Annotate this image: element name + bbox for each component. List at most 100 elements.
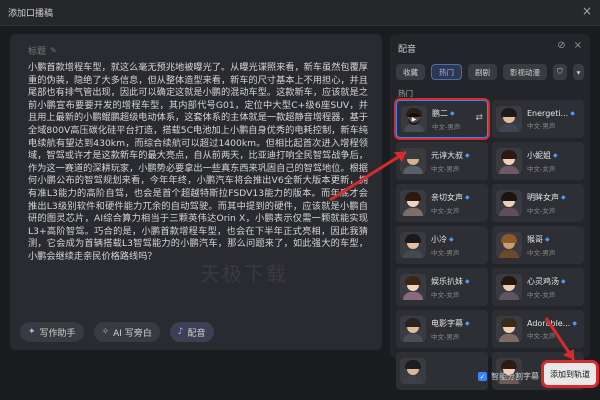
avatar bbox=[400, 316, 426, 342]
ai-narration-button[interactable]: ✧ AI 写旁白 bbox=[93, 322, 160, 342]
filter-icon[interactable]: ⛉ bbox=[553, 64, 567, 80]
dubbing-icon: ♪ bbox=[177, 327, 184, 337]
writing-assistant-button[interactable]: ✦ 写作助手 bbox=[20, 322, 84, 342]
verified-badge-icon: ◆ bbox=[545, 235, 550, 243]
voice-info: 猴哥 ◆ 中文-男声 bbox=[527, 234, 555, 257]
voice-name: 鹏二 ◆ bbox=[432, 108, 460, 119]
voice-info: 心灵鸡汤 ◆ 中文-女声 bbox=[527, 276, 566, 299]
voice-language: 中文-男声 bbox=[431, 164, 460, 173]
chevron-down-icon[interactable]: ▾ bbox=[572, 64, 585, 80]
reset-icon[interactable]: ⊘ bbox=[557, 40, 565, 51]
verified-badge-icon: ◆ bbox=[465, 277, 470, 285]
watermark: 天极下载 bbox=[200, 262, 288, 286]
voice-name-text: 心灵鸡汤 bbox=[527, 276, 559, 286]
voice-name-text: Energeti... bbox=[527, 108, 569, 118]
avatar bbox=[496, 274, 522, 300]
voice-info: 元谆大叔 ◆ 中文-男声 bbox=[431, 150, 470, 173]
voice-card[interactable]: 明眸女声 ◆ 中文-女声 bbox=[492, 184, 584, 222]
voice-language: 中文-女声 bbox=[431, 290, 460, 299]
edit-pencil-icon: ✎ bbox=[50, 46, 57, 55]
voice-language: 中文-男声 bbox=[431, 332, 460, 341]
script-body-text[interactable]: 小鹏首款增程车型，就这么毫无预兆地被曝光了。从曝光谍照来看，新车虽然包覆厚重的伪… bbox=[28, 62, 368, 264]
voice-tabs: 收藏 热门 剧剧 影视动漫 ⛉ ▾ bbox=[396, 64, 585, 80]
voice-card[interactable]: 娱乐扒妹 ◆ 中文-女声 bbox=[396, 268, 488, 306]
verified-badge-icon: ◆ bbox=[450, 109, 455, 117]
voice-name: Adorable... ◆ bbox=[527, 319, 577, 328]
voice-name-text: 娱乐扒妹 bbox=[431, 276, 463, 286]
panel-title: 配音 bbox=[398, 45, 417, 55]
voice-language: 中文-女声 bbox=[527, 206, 556, 215]
verified-badge-icon: ◆ bbox=[561, 277, 566, 285]
writing-assistant-label: 写作助手 bbox=[39, 328, 76, 339]
section-label: 热门 bbox=[398, 89, 413, 98]
voice-info: 小冷 ◆ 中文-男声 bbox=[431, 234, 459, 257]
play-icon[interactable]: ▶ bbox=[408, 113, 420, 125]
avatar bbox=[400, 190, 426, 216]
voice-info: 电影字幕 ◆ 中文-男声 bbox=[431, 318, 470, 341]
voice-info: 亲切女声 ◆ 中文-女声 bbox=[431, 192, 470, 215]
voice-language: 中文-女声 bbox=[527, 331, 556, 340]
voice-card[interactable]: 电影字幕 ◆ 中文-男声 bbox=[396, 310, 488, 348]
voice-name: 娱乐扒妹 ◆ bbox=[431, 276, 470, 287]
tab-favorites[interactable]: 收藏 bbox=[396, 64, 425, 80]
add-to-track-button[interactable]: 添加到轨道 bbox=[544, 363, 596, 385]
avatar bbox=[400, 358, 426, 384]
voice-language: 中文-男声 bbox=[431, 248, 460, 257]
smart-subtitles-option[interactable]: ✓ 智能分割字幕 bbox=[478, 371, 539, 382]
voice-name: 元谆大叔 ◆ bbox=[431, 150, 470, 161]
voice-card[interactable] bbox=[396, 352, 488, 390]
editor-toolbar: ✦ 写作助手 ✧ AI 写旁白 ♪ 配音 bbox=[20, 322, 214, 342]
voice-name: Energeti... ◆ bbox=[527, 109, 575, 118]
voice-name: 亲切女声 ◆ bbox=[431, 192, 470, 203]
avatar bbox=[496, 106, 522, 132]
voice-card[interactable]: ▶ 鹏二 ◆ 中文-男声 ⇄ bbox=[396, 100, 488, 138]
voice-card[interactable]: 猴哥 ◆ 中文-男声 bbox=[492, 226, 584, 264]
writing-assistant-icon: ✦ bbox=[28, 327, 36, 337]
voice-card[interactable]: 亲切女声 ◆ 中文-女声 bbox=[396, 184, 488, 222]
title-placeholder: 标题 bbox=[28, 47, 47, 57]
close-icon[interactable]: × bbox=[582, 4, 592, 18]
voice-panel: 配音 ⊘ × 收藏 热门 剧剧 影视动漫 ⛉ ▾ 热门 ▶ 鹏二 ◆ 中文-男声 ⇄ En… bbox=[390, 34, 590, 390]
voice-card[interactable]: 小妮姐 ◆ 中文-女声 bbox=[492, 142, 584, 180]
voice-name-text: 明眸女声 bbox=[527, 192, 559, 202]
voice-language: 中文-女声 bbox=[527, 290, 556, 299]
window-title: 添加口播稿 bbox=[8, 9, 54, 19]
tab-film-animation[interactable]: 影视动漫 bbox=[503, 64, 547, 80]
voice-card[interactable]: Energeti... ◆ 中文-男声 bbox=[492, 100, 584, 138]
voice-card[interactable]: 元谆大叔 ◆ 中文-男声 bbox=[396, 142, 488, 180]
checkbox-checked-icon[interactable]: ✓ bbox=[478, 372, 487, 381]
close-panel-icon[interactable]: × bbox=[574, 40, 582, 51]
voice-name-text: 电影字幕 bbox=[431, 318, 463, 328]
voice-name-text: 亲切女声 bbox=[431, 192, 463, 202]
verified-badge-icon: ◆ bbox=[553, 151, 558, 159]
voice-name: 小冷 ◆ bbox=[431, 234, 459, 245]
verified-badge-icon: ◆ bbox=[465, 193, 470, 201]
voice-card[interactable]: Adorable... ◆ 中文-女声 bbox=[492, 310, 584, 348]
voice-name: 小妮姐 ◆ bbox=[527, 150, 558, 161]
adjust-settings-icon[interactable]: ⇄ bbox=[475, 113, 483, 123]
voice-name: 明眸女声 ◆ bbox=[527, 192, 566, 203]
avatar: ▶ bbox=[401, 106, 427, 132]
voice-info: 鹏二 ◆ 中文-男声 bbox=[432, 108, 460, 131]
verified-badge-icon: ◆ bbox=[465, 151, 470, 159]
voice-language: 中文-女声 bbox=[527, 164, 556, 173]
voice-name-text: 猴哥 bbox=[527, 234, 543, 244]
tab-drama[interactable]: 剧剧 bbox=[468, 64, 497, 80]
voice-card[interactable]: 小冷 ◆ 中文-男声 bbox=[396, 226, 488, 264]
voice-name: 猴哥 ◆ bbox=[527, 234, 555, 245]
voice-name-text: 小冷 bbox=[431, 234, 447, 244]
voice-grid: ▶ 鹏二 ◆ 中文-男声 ⇄ Energeti... ◆ 中文-男声 元谆大叔 ◆ 中文-男声 小妮姐… bbox=[396, 100, 584, 390]
avatar bbox=[496, 148, 522, 174]
voice-info: 小妮姐 ◆ 中文-女声 bbox=[527, 150, 558, 173]
dubbing-label: 配音 bbox=[187, 328, 206, 339]
title-field[interactable]: 标题 ✎ bbox=[28, 44, 57, 57]
voice-name: 心灵鸡汤 ◆ bbox=[527, 276, 566, 287]
avatar bbox=[400, 232, 426, 258]
ai-narration-label: AI 写旁白 bbox=[113, 328, 152, 339]
voice-card[interactable]: 心灵鸡汤 ◆ 中文-女声 bbox=[492, 268, 584, 306]
verified-badge-icon: ◆ bbox=[561, 193, 566, 201]
panel-icons: ⊘ × bbox=[557, 40, 582, 51]
voice-info: Adorable... ◆ 中文-女声 bbox=[527, 319, 577, 340]
tab-popular[interactable]: 热门 bbox=[431, 64, 462, 80]
dubbing-button[interactable]: ♪ 配音 bbox=[169, 322, 214, 342]
